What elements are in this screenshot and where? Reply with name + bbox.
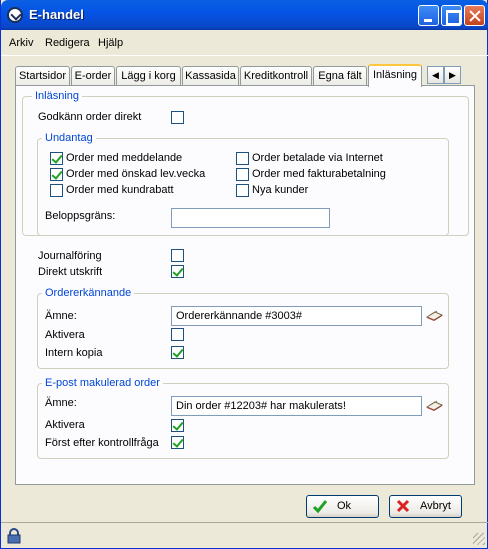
- epost-aktivera-checkbox[interactable]: [171, 419, 184, 432]
- intern-kopia-label: Intern kopia: [45, 347, 103, 359]
- undantag-faktura-checkbox[interactable]: [236, 168, 249, 181]
- tab-kreditkontroll[interactable]: Kreditkontroll: [240, 66, 312, 86]
- undantag-internet-label: Order betalade via Internet: [252, 152, 383, 164]
- tab-egna-falt[interactable]: Egna fält: [313, 66, 367, 86]
- close-button[interactable]: [464, 5, 485, 26]
- title-bar[interactable]: E-handel: [1, 0, 488, 30]
- order-amne-label: Ämne:: [45, 310, 77, 322]
- undantag-nya-kunder-checkbox[interactable]: [236, 184, 249, 197]
- undantag-internet-checkbox[interactable]: [236, 152, 249, 165]
- journalforing-label: Journalföring: [38, 250, 102, 262]
- undantag-lev-vecka-checkbox[interactable]: [50, 168, 63, 181]
- tab-strip: Startsidor E-order Lägg i korg Kassasida…: [15, 64, 475, 87]
- checkmark-icon: [312, 500, 328, 514]
- tab-lagg-i-korg[interactable]: Lägg i korg: [116, 66, 181, 86]
- undantag-nya-kunder-label: Nya kunder: [252, 184, 309, 196]
- app-window: E-handel Arkiv Redigera Hjälp Startsidor…: [0, 0, 488, 549]
- journalforing-checkbox[interactable]: [171, 249, 184, 262]
- tab-scroll-right-icon[interactable]: ▶: [444, 66, 461, 84]
- menu-hjalp[interactable]: Hjälp: [98, 37, 123, 49]
- cancel-button-label: Avbryt: [420, 500, 451, 512]
- menu-redigera[interactable]: Redigera: [45, 37, 90, 49]
- group-label-inlasning: Inläsning: [32, 90, 83, 102]
- tab-e-order[interactable]: E-order: [71, 66, 115, 86]
- status-bar: [1, 522, 488, 548]
- direkt-utskrift-checkbox[interactable]: [171, 265, 184, 278]
- group-label-ordererkannande: Ordererkännande: [42, 287, 135, 299]
- group-label-epost-makulerad: E-post makulerad order: [42, 377, 163, 389]
- menu-arkiv[interactable]: Arkiv: [9, 37, 33, 49]
- forst-kontrollfraga-checkbox[interactable]: [171, 436, 184, 449]
- tab-scroll-left-icon[interactable]: ◀: [427, 66, 444, 84]
- address-book-icon[interactable]: [426, 398, 443, 412]
- godkann-checkbox[interactable]: [171, 111, 184, 124]
- ok-button-label: Ok: [337, 500, 352, 512]
- godkann-label: Godkänn order direkt: [38, 111, 142, 123]
- order-amne-input[interactable]: Ordererkännande #3003#: [171, 306, 422, 326]
- epost-amne-input[interactable]: Din order #12203# har makulerats!: [171, 396, 422, 416]
- lock-icon: [7, 528, 21, 544]
- undantag-kundrabatt-checkbox[interactable]: [50, 184, 63, 197]
- undantag-meddelande-label: Order med meddelande: [66, 152, 183, 164]
- ok-button[interactable]: Ok: [306, 495, 379, 518]
- group-label-undantag: Undantag: [42, 132, 96, 144]
- direkt-utskrift-label: Direkt utskrift: [38, 266, 103, 278]
- epost-aktivera-label: Aktivera: [45, 419, 85, 431]
- cancel-x-icon: [396, 499, 410, 513]
- order-aktivera-label: Aktivera: [45, 329, 85, 341]
- resize-grip[interactable]: [473, 533, 485, 545]
- intern-kopia-checkbox[interactable]: [171, 346, 184, 359]
- undantag-faktura-label: Order med fakturabetalning: [252, 168, 386, 180]
- tab-panel-inlasning: Inläsning Godkänn order direkt Undantag …: [15, 85, 475, 485]
- beloppsgrans-label: Beloppsgräns:: [45, 210, 116, 222]
- app-icon: [7, 7, 23, 23]
- window-title: E-handel: [29, 7, 84, 22]
- forst-kontrollfraga-label: Först efter kontrollfråga: [45, 437, 159, 449]
- beloppsgrans-input[interactable]: [171, 208, 330, 228]
- undantag-meddelande-checkbox[interactable]: [50, 152, 63, 165]
- maximize-button[interactable]: [441, 5, 462, 26]
- tab-kassasida[interactable]: Kassasida: [182, 66, 239, 86]
- undantag-kundrabatt-label: Order med kundrabatt: [66, 184, 174, 196]
- epost-amne-label: Ämne:: [45, 397, 77, 409]
- cancel-button[interactable]: Avbryt: [389, 495, 462, 518]
- menu-bar: Arkiv Redigera Hjälp: [1, 30, 488, 56]
- tab-startsidor[interactable]: Startsidor: [15, 66, 70, 86]
- order-aktivera-checkbox[interactable]: [171, 328, 184, 341]
- tab-inlasning[interactable]: Inläsning: [368, 64, 422, 87]
- minimize-button[interactable]: [418, 5, 439, 26]
- undantag-lev-vecka-label: Order med önskad lev.vecka: [66, 168, 206, 180]
- address-book-icon[interactable]: [426, 308, 443, 322]
